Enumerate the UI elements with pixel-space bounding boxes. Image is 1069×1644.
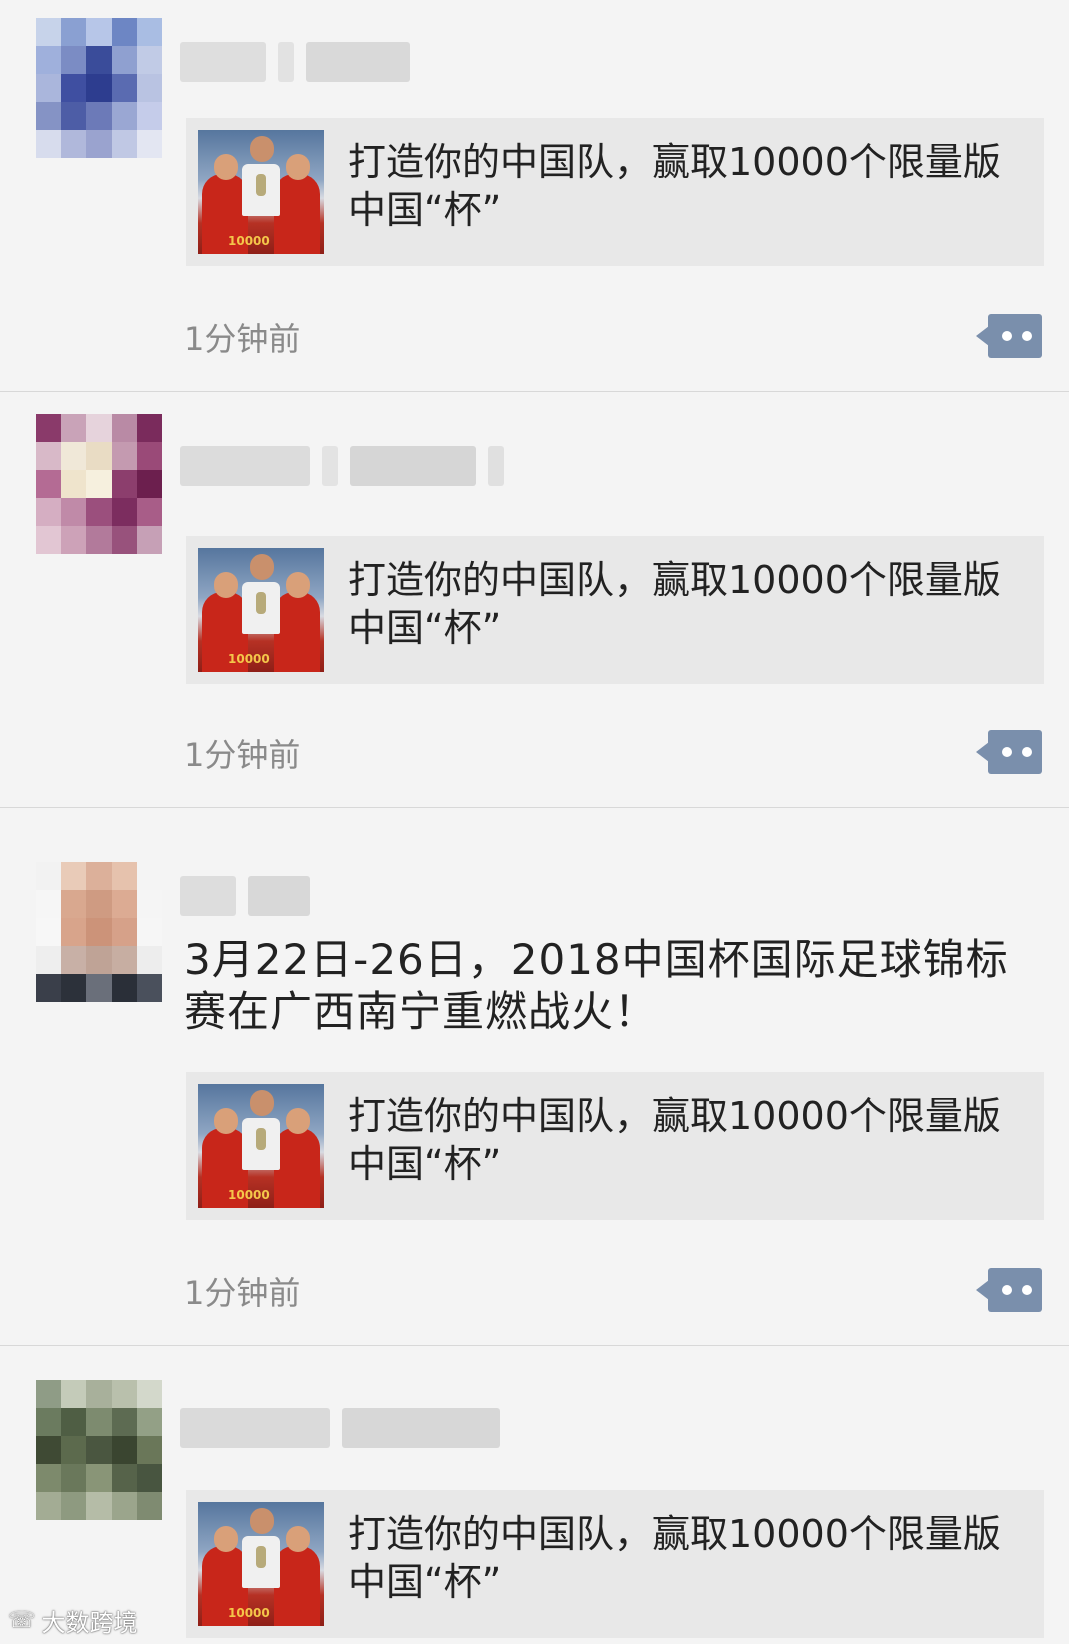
moment-post: 10000 打造你的中国队，赢取10000个限量版中国“杯” 1分钟前 — [0, 392, 1069, 808]
card-thumbnail-image: 10000 — [198, 1084, 324, 1208]
comment-button[interactable] — [976, 730, 1042, 774]
moment-post: 10000 打造你的中国队，赢取10000个限量版中国“杯” 1分钟前 — [0, 0, 1069, 392]
nickname-blurred[interactable] — [180, 438, 504, 494]
card-title: 打造你的中国队，赢取10000个限量版中国“杯” — [348, 140, 1001, 232]
card-title: 打造你的中国队，赢取10000个限量版中国“杯” — [348, 1512, 1001, 1604]
watermark-text: 大数跨境 — [41, 1608, 138, 1637]
comment-button[interactable] — [976, 1268, 1042, 1312]
card-thumbnail-image: 10000 — [198, 1502, 324, 1626]
avatar[interactable] — [36, 862, 162, 1002]
moment-post: 3月22日-26日，2018中国杯国际足球锦标赛在广西南宁重燃战火！ 10000… — [0, 808, 1069, 1346]
nickname-blurred[interactable] — [180, 868, 310, 924]
card-thumbnail-image: 10000 — [198, 130, 324, 254]
watermark: ☏ 大数跨境 — [8, 1604, 138, 1637]
shared-link-card[interactable]: 10000 打造你的中国队，赢取10000个限量版中国“杯” — [186, 536, 1044, 684]
card-title: 打造你的中国队，赢取10000个限量版中国“杯” — [348, 1094, 1001, 1186]
moment-post: 10000 打造你的中国队，赢取10000个限量版中国“杯” — [0, 1346, 1069, 1644]
card-title: 打造你的中国队，赢取10000个限量版中国“杯” — [348, 558, 1001, 650]
avatar[interactable] — [36, 18, 162, 158]
comment-button[interactable] — [976, 314, 1042, 358]
nickname-blurred[interactable] — [180, 34, 410, 90]
nickname-blurred[interactable] — [180, 1400, 500, 1456]
shared-link-card[interactable]: 10000 打造你的中国队，赢取10000个限量版中国“杯” — [186, 1072, 1044, 1220]
post-time: 1分钟前 — [184, 320, 301, 358]
post-time: 1分钟前 — [184, 1274, 301, 1312]
avatar[interactable] — [36, 1380, 162, 1520]
shared-link-card[interactable]: 10000 打造你的中国队，赢取10000个限量版中国“杯” — [186, 1490, 1044, 1638]
watermark-logo-icon: ☏ — [8, 1607, 36, 1633]
card-thumbnail-image: 10000 — [198, 548, 324, 672]
post-time: 1分钟前 — [184, 736, 301, 774]
post-text: 3月22日-26日，2018中国杯国际足球锦标赛在广西南宁重燃战火！ — [184, 935, 1009, 1036]
shared-link-card[interactable]: 10000 打造你的中国队，赢取10000个限量版中国“杯” — [186, 118, 1044, 266]
avatar[interactable] — [36, 414, 162, 554]
